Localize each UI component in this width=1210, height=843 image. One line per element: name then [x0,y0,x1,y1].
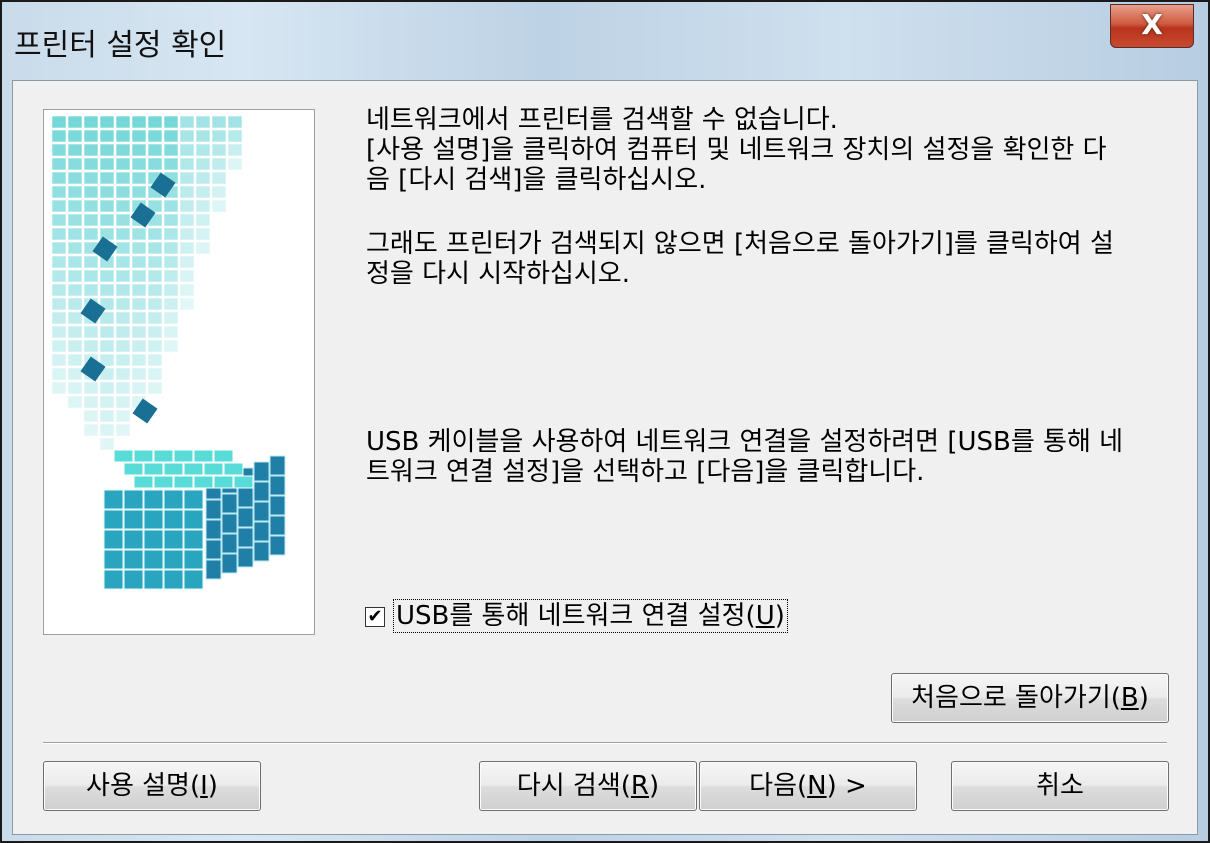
back-to-start-label: 처음으로 돌아가기( [911,683,1121,713]
next-label: 다음( [749,771,808,801]
title-bar[interactable]: 프린터 설정 확인 X [2,2,1208,80]
message-paragraph-1: 네트워크에서 프린터를 검색할 수 없습니다. [사용 설명]을 클릭하여 컴퓨… [366,105,1107,195]
cancel-button[interactable]: 취소 [951,761,1169,811]
close-icon: X [1141,8,1163,41]
next-suffix: ) > [826,771,867,801]
search-again-suffix: ) [649,771,660,801]
instructions-label: 사용 설명( [86,771,201,801]
cube-graphic [51,115,286,590]
usb-setup-label[interactable]: USB를 통해 네트워크 연결 설정(U) [393,599,788,633]
window-title: 프린터 설정 확인 [14,28,227,63]
message-paragraph-3: USB 케이블을 사용하여 네트워크 연결을 설정하려면 [USB를 통해 네 … [366,427,1124,487]
search-again-label: 다시 검색( [516,771,631,801]
instructions-button[interactable]: 사용 설명(I) [43,761,261,811]
next-accel: N [807,771,827,801]
instructions-suffix: ) [207,771,218,801]
usb-setup-checkbox[interactable]: ✔ [365,607,385,627]
back-to-start-accel: B [1120,683,1139,713]
instructions-accel: I [200,771,208,801]
back-to-start-button[interactable]: 처음으로 돌아가기(B) [891,673,1169,723]
back-to-start-suffix: ) [1138,683,1149,713]
dialog-body: 네트워크에서 프린터를 검색할 수 없습니다. [사용 설명]을 클릭하여 컴퓨… [12,80,1198,835]
dialog-window: 프린터 설정 확인 X 네트워크에서 프린터를 검색할 수 없습니다. [사용 … [0,0,1210,843]
next-button[interactable]: 다음(N) > [699,761,917,811]
usb-setup-suffix: ) [774,601,785,631]
cube-illustration [43,109,315,635]
search-again-accel: R [630,771,649,801]
usb-setup-label-text: USB를 통해 네트워크 연결 설정( [396,601,756,631]
button-separator [43,742,1167,744]
search-again-button[interactable]: 다시 검색(R) [479,761,697,811]
message-paragraph-2: 그래도 프린터가 검색되지 않으면 [처음으로 돌아가기]를 클릭하여 설 정을… [366,229,1114,289]
checkmark-icon: ✔ [367,606,383,627]
cancel-label: 취소 [1036,771,1084,801]
usb-setup-accel: U [755,601,775,631]
close-button[interactable]: X [1110,4,1194,48]
